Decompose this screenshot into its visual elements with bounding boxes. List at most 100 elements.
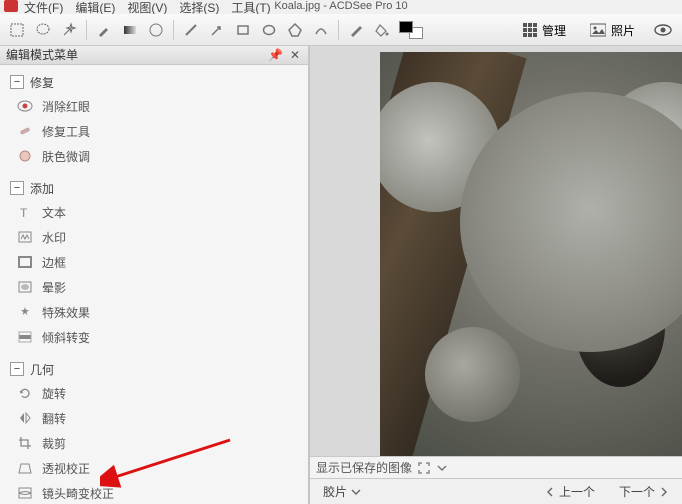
item-label: 文本 [42,204,66,221]
item-effects[interactable]: 特殊效果 [10,300,300,325]
item-watermark[interactable]: 水印 [10,225,300,250]
color-swatches[interactable] [397,19,425,41]
toolbar-separator [173,20,174,40]
item-label: 边框 [42,254,66,271]
item-perspective[interactable]: 透视校正 [10,456,300,481]
collapse-icon[interactable]: − [10,181,24,195]
panel-header: 编辑模式菜单 📌 ✕ [0,46,308,65]
panel-actions: 📌 ✕ [268,48,302,62]
tool-lasso-icon[interactable] [32,19,54,41]
panel-body: − 修复 消除红眼 修复工具 肤色微调 − 添加 T 文本 水印 边框 [0,65,308,504]
tool-eyedrop-icon[interactable] [345,19,367,41]
prev-label: 上一个 [559,483,595,500]
mode-tabs: 管理 照片 [514,14,676,46]
image-content [380,52,682,456]
section-title: 修复 [30,74,54,91]
expand-icon[interactable] [418,462,430,474]
chevron-right-icon [659,487,669,497]
filmstrip-button[interactable]: 胶片 [316,480,368,503]
pin-icon[interactable]: 📌 [268,48,282,62]
svg-text:T: T [20,206,28,219]
tool-gradient-icon[interactable] [119,19,141,41]
item-label: 透视校正 [42,460,90,477]
menubar: 文件(F) 编辑(E) 视图(V) 选择(S) 工具(T) [0,0,682,14]
section-head-repair[interactable]: − 修复 [8,71,300,94]
next-button[interactable]: 下一个 [612,480,676,503]
tab-photos[interactable]: 照片 [581,18,644,43]
right-area: 显示已保存的图像 胶片 上一个 下一个 [310,46,682,504]
collapse-icon[interactable]: − [10,362,24,376]
bottom-bar: 胶片 上一个 下一个 [310,478,682,504]
tool-curve-icon[interactable] [310,19,332,41]
tool-radial-icon[interactable] [145,19,167,41]
item-label: 水印 [42,229,66,246]
fg-color-swatch[interactable] [399,21,413,33]
item-label: 肤色微调 [42,148,90,165]
border-icon [16,254,34,270]
tool-bucket-icon[interactable] [371,19,393,41]
item-label: 晕影 [42,279,66,296]
item-label: 翻转 [42,410,66,427]
vignette-icon [16,279,34,295]
section-title: 几何 [30,361,54,378]
item-label: 镜头畸变校正 [42,485,114,502]
chevron-down-icon [351,487,361,497]
text-icon: T [16,204,34,220]
image-viewer[interactable] [310,46,682,456]
item-crop[interactable]: 裁剪 [10,431,300,456]
item-label: 倾斜转变 [42,329,90,346]
left-panel: 编辑模式菜单 📌 ✕ − 修复 消除红眼 修复工具 肤色微调 [0,46,310,504]
tool-brush-icon[interactable] [93,19,115,41]
tab-manage-label: 管理 [542,22,566,39]
flip-icon [16,410,34,426]
tool-line-icon[interactable] [180,19,202,41]
close-icon[interactable]: ✕ [288,48,302,62]
item-border[interactable]: 边框 [10,250,300,275]
item-heal[interactable]: 修复工具 [10,119,300,144]
watermark-icon [16,229,34,245]
filmstrip-label: 胶片 [323,483,347,500]
section-title: 添加 [30,180,54,197]
tab-manage[interactable]: 管理 [514,18,575,43]
toolbar: 管理 照片 [0,14,682,46]
chevron-left-icon [545,487,555,497]
toolbar-separator [86,20,87,40]
item-label: 旋转 [42,385,66,402]
main-area: 编辑模式菜单 📌 ✕ − 修复 消除红眼 修复工具 肤色微调 [0,46,682,504]
section-add: − 添加 T 文本 水印 边框 晕影 特殊效果 倾斜转变 [8,177,300,350]
tool-ellipse-icon[interactable] [258,19,280,41]
prev-button[interactable]: 上一个 [538,480,602,503]
panel-title: 编辑模式菜单 [6,46,78,63]
item-label: 裁剪 [42,435,66,452]
eye-button[interactable] [650,18,676,42]
tool-wand-icon[interactable] [58,19,80,41]
chevron-down-icon[interactable] [436,462,448,474]
item-redeye[interactable]: 消除红眼 [10,94,300,119]
tool-select-rect-icon[interactable] [6,19,28,41]
item-flip[interactable]: 翻转 [10,406,300,431]
tool-polygon-icon[interactable] [284,19,306,41]
lens-icon [16,485,34,501]
item-label: 特殊效果 [42,304,90,321]
status-text: 显示已保存的图像 [316,459,412,476]
tool-arrow-icon[interactable] [206,19,228,41]
item-tiltshift[interactable]: 倾斜转变 [10,325,300,350]
collapse-icon[interactable]: − [10,75,24,89]
item-rotate[interactable]: 旋转 [10,381,300,406]
photo-icon [590,23,606,37]
item-lens[interactable]: 镜头畸变校正 [10,481,300,504]
item-label: 消除红眼 [42,98,90,115]
section-head-geometry[interactable]: − 几何 [8,358,300,381]
crop-icon [16,435,34,451]
item-vignette[interactable]: 晕影 [10,275,300,300]
item-skintone[interactable]: 肤色微调 [10,144,300,169]
tool-rect-icon[interactable] [232,19,254,41]
effects-icon [16,304,34,320]
rotate-icon [16,385,34,401]
section-head-add[interactable]: − 添加 [8,177,300,200]
redeye-icon [16,98,34,114]
item-text[interactable]: T 文本 [10,200,300,225]
toolbar-separator [338,20,339,40]
section-geometry: − 几何 旋转 翻转 裁剪 透视校正 镜头畸变校正 调整大小 [8,358,300,504]
section-repair: − 修复 消除红眼 修复工具 肤色微调 [8,71,300,169]
